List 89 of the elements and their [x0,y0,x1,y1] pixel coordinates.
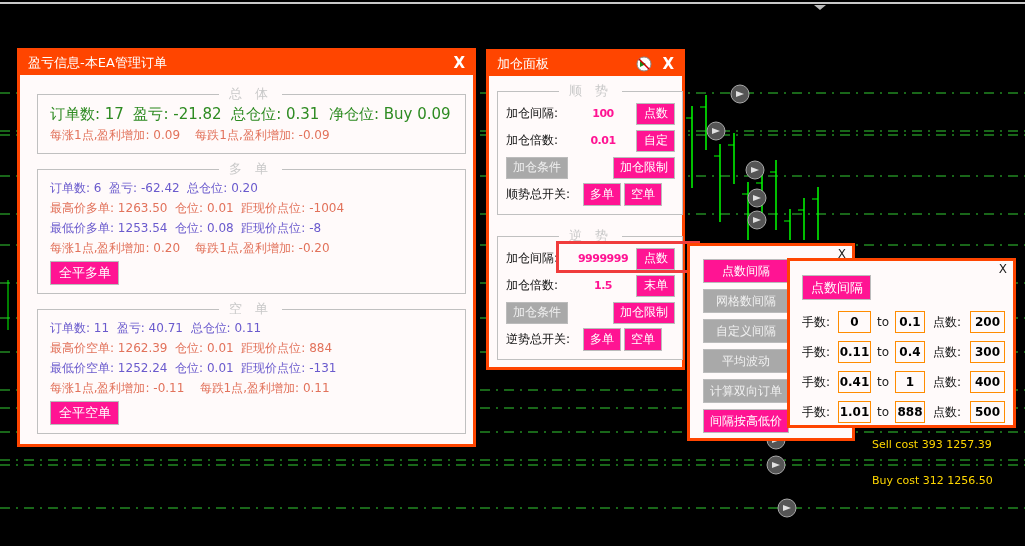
limit-button[interactable]: 加仓限制 [613,156,675,179]
input-field[interactable]: 0.11 [838,341,871,363]
switch-label: 顺势总开关: [506,186,572,203]
to-label: to [875,405,890,419]
info-line: 最低价多单: 1253.54 仓位: 0.08 距现价点位: -8 [50,220,323,237]
multiplier-value: 1.5 [593,279,613,292]
interval-mode-button[interactable]: 点数间隔 [802,275,871,300]
input-field[interactable]: 400 [970,371,1005,393]
input-field[interactable]: 0.1 [895,311,925,333]
close-button[interactable]: X [835,247,848,261]
input-field[interactable]: 888 [895,401,925,423]
price-bar [797,197,805,241]
menu-item[interactable]: 计算双向订单 [703,379,789,403]
price-bar [727,132,735,185]
info-line: 每涨1点,盈利增加: 0.20 每跌1点,盈利增加: -0.20 [50,240,331,257]
panel-title: 盈亏信息-本EA管理订单 [28,54,168,72]
field-label: 加仓倍数: [506,277,560,294]
lots-label: 手数: [802,343,832,361]
menu-item[interactable]: 自定义间隔 [703,319,789,343]
lots-label: 手数: [802,313,832,331]
points-label: 点数: [933,403,963,421]
multiplier-value: 0.01 [589,134,617,147]
info-line: 每涨1点,盈利增加: -0.11 每跌1点,盈利增加: 0.11 [50,380,331,397]
price-bar [699,94,707,151]
scroll-marker-icon [814,5,826,10]
mode-button[interactable]: 自定 [636,129,675,152]
to-label: to [875,375,890,389]
input-field[interactable]: 1.01 [838,401,871,423]
input-field[interactable]: 500 [970,401,1005,423]
switch-button[interactable]: 多单 [583,183,621,206]
input-field[interactable]: 0.4 [895,341,925,363]
info-line: 订单数: 17 盈亏: -21.82 总仓位: 0.31 净仓位: Buy 0.09 [50,104,451,125]
info-line: 订单数: 6 盈亏: -62.42 总仓位: 0.20 [50,180,259,197]
menu-item[interactable]: 间隔按高低价 [703,409,789,433]
input-field[interactable]: 300 [970,341,1005,363]
input-field[interactable]: 0.41 [838,371,871,393]
close-all-button[interactable]: 全平多单 [50,261,119,285]
close-button[interactable]: X [996,262,1009,276]
input-field[interactable]: 200 [970,311,1005,333]
mode-button[interactable]: 末单 [636,274,675,297]
unit-button[interactable]: 点数 [636,102,675,125]
info-line: 最高价多单: 1263.50 仓位: 0.01 距现价点位: -1004 [50,200,346,217]
switch-button[interactable]: 空单 [624,328,662,351]
condition-button[interactable]: 加仓条件 [506,301,568,324]
arrow-icon [636,56,653,72]
price-bar [783,208,791,241]
price-bar [741,181,749,241]
field-label: 加仓倍数: [506,132,560,149]
menu-item[interactable]: 点数间隔 [703,259,789,283]
info-line: 最高价空单: 1262.39 仓位: 0.01 距现价点位: 884 [50,340,334,357]
price-bar [811,186,819,241]
limit-button[interactable]: 加仓限制 [613,301,675,324]
to-label: to [875,345,890,359]
points-label: 点数: [933,313,963,331]
input-field[interactable]: 0 [838,311,871,333]
points-label: 点数: [933,343,963,361]
field-label: 加仓间隔: [506,250,560,267]
switch-label: 逆势总开关: [506,331,572,348]
trade-marker-icon [766,455,786,475]
interval-value: 9999999 [576,252,630,265]
trade-marker-icon [730,84,750,104]
info-line: 每涨1点,盈利增加: 0.09 每跌1点,盈利增加: -0.09 [50,127,331,144]
chart-label: Sell cost 393 1257.39 [870,438,994,451]
trade-marker-icon [747,210,767,230]
menu-item[interactable]: 网格数间隔 [703,289,789,313]
info-line: 最低价空单: 1252.24 仓位: 0.01 距现价点位: -131 [50,360,338,377]
trade-marker-icon [777,498,797,518]
price-bar [769,159,777,231]
switch-button[interactable]: 空单 [624,183,662,206]
input-field[interactable]: 1 [895,371,925,393]
switch-button[interactable]: 多单 [583,328,621,351]
condition-button[interactable]: 加仓条件 [506,156,568,179]
info-line: 订单数: 11 盈亏: 40.71 总仓位: 0.11 [50,320,263,337]
panel-title: 加仓面板 [497,55,550,73]
close-button[interactable]: X [660,55,676,73]
trade-marker-icon [745,160,765,180]
unit-button[interactable]: 点数 [636,247,675,270]
menu-item[interactable]: 平均波动 [703,349,789,373]
close-button[interactable]: X [451,54,467,72]
close-all-button[interactable]: 全平空单 [50,401,119,425]
interval-value: 100 [591,107,615,120]
lots-label: 手数: [802,373,832,391]
to-label: to [875,315,890,329]
lots-label: 手数: [802,403,832,421]
trade-marker-icon [747,188,767,208]
points-label: 点数: [933,373,963,391]
trade-marker-icon [706,121,726,141]
chart-label: Buy cost 312 1256.50 [870,474,995,487]
field-label: 加仓间隔: [506,105,560,122]
